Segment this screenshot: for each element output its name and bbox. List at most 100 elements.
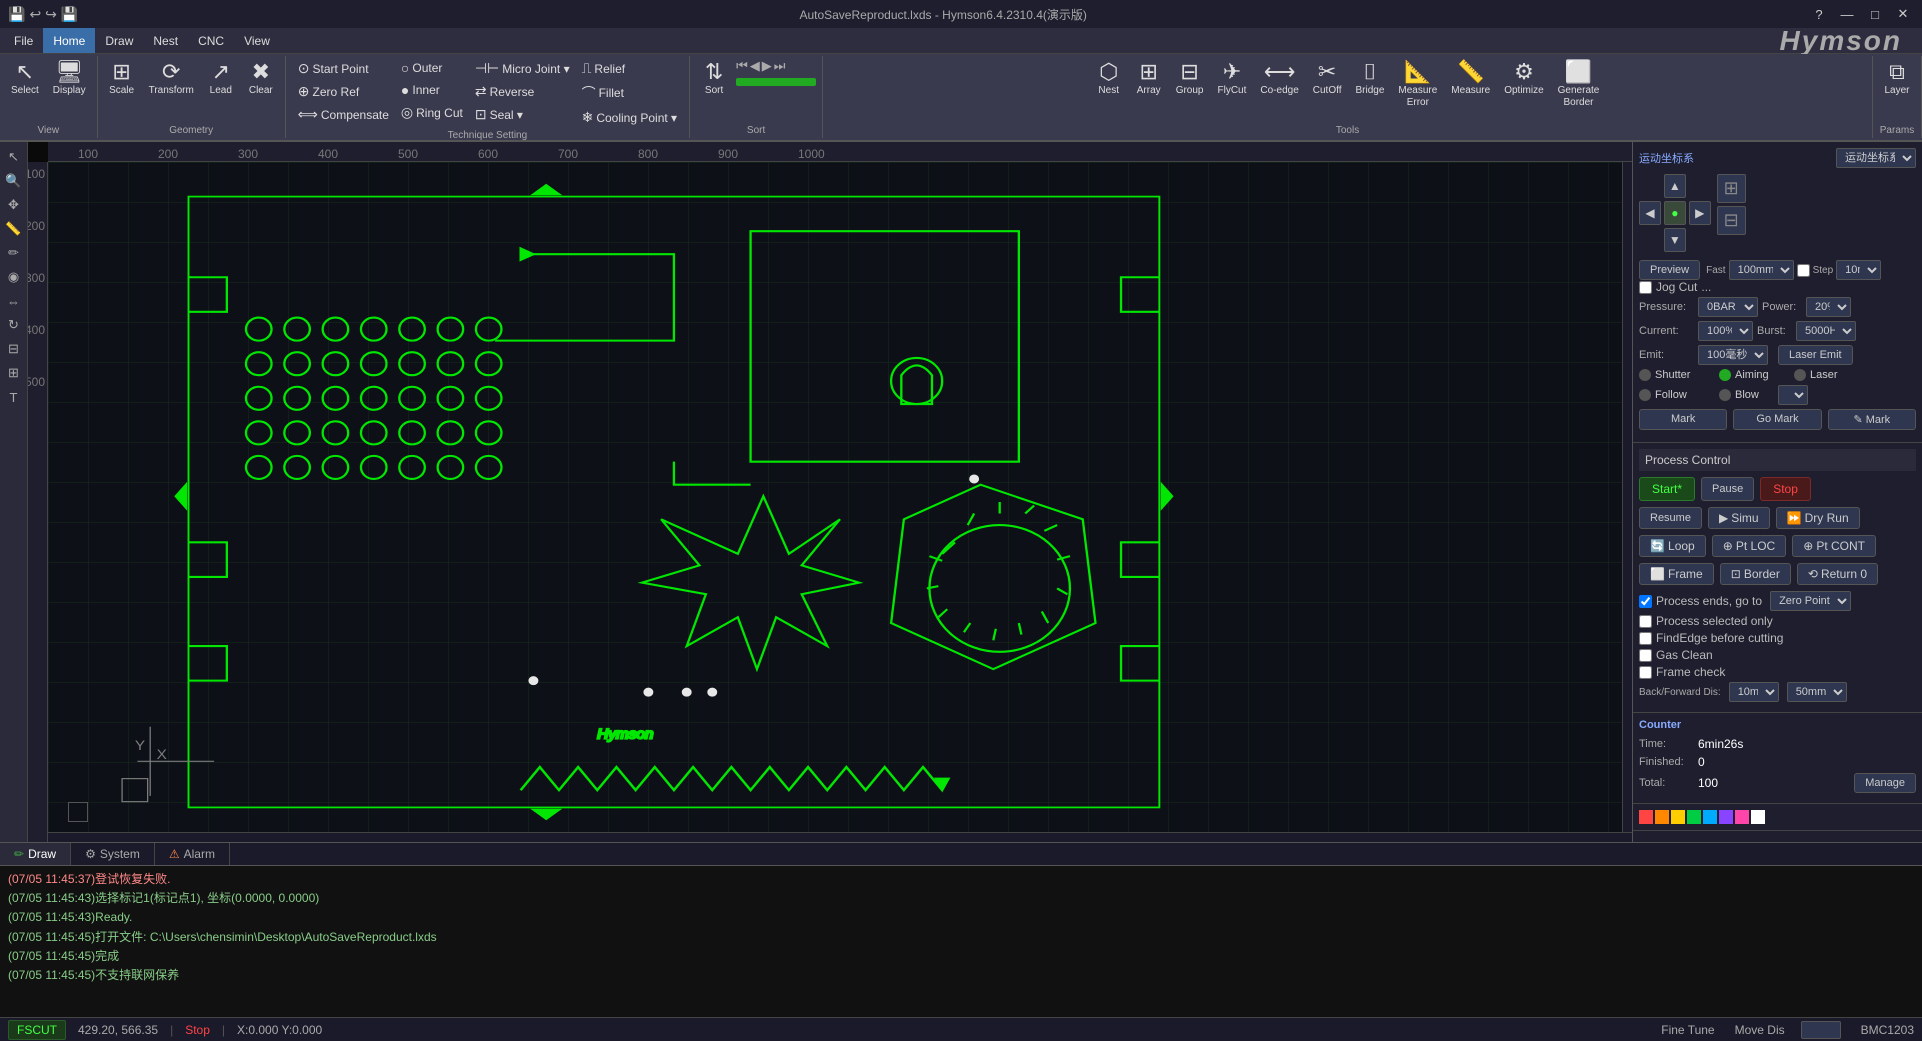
minimize-btn[interactable]: — <box>1836 5 1858 23</box>
simu-btn[interactable]: ▶ Simu <box>1708 507 1770 529</box>
close-btn[interactable]: ✕ <box>1892 5 1914 23</box>
go-mark-btn[interactable]: Go Mark <box>1733 409 1821 430</box>
log-tab-draw[interactable]: ✏ Draw <box>0 843 71 865</box>
coord-center-btn[interactable]: ● <box>1664 201 1686 225</box>
menu-cnc[interactable]: CNC <box>188 28 234 53</box>
nest-btn[interactable]: ⬡ Nest <box>1091 58 1127 100</box>
maximize-btn[interactable]: □ <box>1864 5 1886 23</box>
lt-draw-btn[interactable]: ✏ <box>2 242 26 264</box>
cutoff-btn[interactable]: ✂ CutOff <box>1308 58 1347 100</box>
fscut-btn[interactable]: FSCUT <box>8 1020 66 1040</box>
swatch-8[interactable] <box>1751 810 1765 824</box>
find-edge-checkbox[interactable] <box>1639 632 1652 645</box>
fast-checkbox[interactable] <box>1797 264 1810 277</box>
reverse-btn[interactable]: ⇄ Reverse <box>471 81 574 102</box>
frame-btn[interactable]: ⬜ Frame <box>1639 563 1714 585</box>
lt-zoom-btn[interactable]: 🔍 <box>2 170 26 192</box>
swatch-7[interactable] <box>1735 810 1749 824</box>
lt-select-btn[interactable]: ↖ <box>2 146 26 168</box>
process-ends-checkbox[interactable] <box>1639 595 1652 608</box>
lt-array2-btn[interactable]: ⊞ <box>2 362 26 384</box>
pt-cont-btn[interactable]: ⊕ Pt CONT <box>1792 535 1876 557</box>
mark2-btn[interactable]: ✎ Mark <box>1828 409 1916 430</box>
coord-down-btn[interactable]: ▼ <box>1664 228 1686 252</box>
zero-point-select[interactable]: Zero Point <box>1770 591 1851 611</box>
micro-joint-btn[interactable]: ⊣⊢ Micro Joint ▾ <box>471 58 574 79</box>
undo-icon[interactable]: ↩ <box>29 6 41 23</box>
layer-btn[interactable]: ⧉ Layer <box>1879 58 1915 100</box>
coord-left-btn[interactable]: ◀ <box>1639 201 1661 225</box>
process-selected-checkbox[interactable] <box>1639 615 1652 628</box>
start-point-btn[interactable]: ⊙ Start Point <box>294 58 393 79</box>
back-select[interactable]: 10mm <box>1729 682 1779 702</box>
fillet-btn[interactable]: ⌒ Fillet <box>578 81 681 105</box>
canvas-content[interactable]: Hymson X Y <box>48 162 1632 842</box>
mark-btn[interactable]: Mark <box>1639 409 1727 430</box>
lt-pan-btn[interactable]: ✥ <box>2 194 26 216</box>
lt-mirror-btn[interactable]: ⇔ <box>2 290 26 312</box>
zero-ref-btn[interactable]: ⊕ Zero Ref <box>294 81 393 102</box>
clear-btn[interactable]: ✖ Clear <box>243 58 279 100</box>
step-select[interactable]: 10mm <box>1836 260 1881 280</box>
log-tab-system[interactable]: ⚙ System <box>71 843 155 865</box>
frame-check-checkbox[interactable] <box>1639 666 1652 679</box>
jog-cut-checkbox[interactable] <box>1639 281 1652 294</box>
pause-btn[interactable]: Pause <box>1701 477 1754 501</box>
lt-align-btn[interactable]: ⊟ <box>2 338 26 360</box>
resume-btn[interactable]: Resume <box>1639 507 1702 529</box>
burst-select[interactable]: 5000Hz <box>1796 321 1856 341</box>
save-icon[interactable]: 💾 <box>61 6 78 23</box>
swatch-3[interactable] <box>1671 810 1685 824</box>
border-btn[interactable]: ⊡ Border <box>1720 563 1791 585</box>
measure-error-btn[interactable]: 📐 MeasureError <box>1393 58 1442 112</box>
swatch-5[interactable] <box>1703 810 1717 824</box>
menu-nest[interactable]: Nest <box>143 28 188 53</box>
current-select[interactable]: 100% <box>1698 321 1753 341</box>
group-btn[interactable]: ⊟ Group <box>1171 58 1209 100</box>
lt-measure-btn[interactable]: 📏 <box>2 218 26 240</box>
seal-btn[interactable]: ⊡ Seal ▾ <box>471 104 574 125</box>
flycut-btn[interactable]: ✈ FlyCut <box>1213 58 1252 100</box>
return0-btn[interactable]: ⟲ Return 0 <box>1797 563 1878 585</box>
cooling-point-btn[interactable]: ❄ Cooling Point ▾ <box>578 107 681 128</box>
blow-select[interactable]: ▾ <box>1778 385 1808 405</box>
loop-btn[interactable]: 🔄 Loop <box>1639 535 1706 557</box>
scale-btn[interactable]: ⊞ Scale <box>104 58 140 100</box>
optimize-btn[interactable]: ⚙ Optimize <box>1499 58 1548 100</box>
display-btn[interactable]: 🖥 Display <box>48 58 91 100</box>
horizontal-scrollbar[interactable] <box>48 832 1632 842</box>
power-select[interactable]: 20% <box>1806 297 1851 317</box>
preview-btn[interactable]: Preview <box>1639 260 1700 280</box>
redo-icon[interactable]: ↪ <box>45 6 57 23</box>
compensate-btn[interactable]: ⟺ Compensate <box>294 104 393 125</box>
lead-btn[interactable]: ↗ Lead <box>203 58 239 100</box>
manage-btn[interactable]: Manage <box>1854 773 1916 793</box>
gas-clean-checkbox[interactable] <box>1639 649 1652 662</box>
lt-text-btn[interactable]: T <box>2 386 26 408</box>
menu-file[interactable]: File <box>4 28 43 53</box>
measure-btn[interactable]: 📏 Measure <box>1446 58 1495 100</box>
pressure-select[interactable]: 0BAR <box>1698 297 1758 317</box>
move-dis-input[interactable]: 10 <box>1801 1021 1841 1039</box>
swatch-2[interactable] <box>1655 810 1669 824</box>
log-tab-alarm[interactable]: ⚠ Alarm <box>155 843 230 865</box>
dry-run-btn[interactable]: ⏩ Dry Run <box>1776 507 1860 529</box>
coord-right-btn[interactable]: ▶ <box>1689 201 1711 225</box>
swatch-4[interactable] <box>1687 810 1701 824</box>
coord-side-bot[interactable]: ⊟ <box>1717 206 1746 235</box>
coedge-btn[interactable]: ⟷ Co-edge <box>1255 58 1303 100</box>
bridge-btn[interactable]: ⌷ Bridge <box>1350 58 1389 100</box>
transform-btn[interactable]: ⟳ Transform <box>144 58 199 100</box>
sort-right-btn[interactable]: ⏭ <box>774 58 786 74</box>
help-icon[interactable]: ? <box>1808 5 1830 23</box>
menu-draw[interactable]: Draw <box>95 28 143 53</box>
fast-select[interactable]: 100mm/ <box>1729 260 1794 280</box>
coord-up-btn[interactable]: ▲ <box>1664 174 1686 198</box>
start-btn[interactable]: Start* <box>1639 477 1695 501</box>
sort-btn[interactable]: ⇅ Sort <box>696 58 732 100</box>
sort-left-btn[interactable]: ⏮ <box>736 58 748 74</box>
outer-btn[interactable]: ○ Outer <box>397 58 467 78</box>
canvas-area[interactable]: 100 200 300 400 500 600 700 800 900 1000… <box>28 142 1632 842</box>
pt-loc-btn[interactable]: ⊕ Pt LOC <box>1712 535 1786 557</box>
ring-cut-btn[interactable]: ◎ Ring Cut <box>397 102 467 123</box>
